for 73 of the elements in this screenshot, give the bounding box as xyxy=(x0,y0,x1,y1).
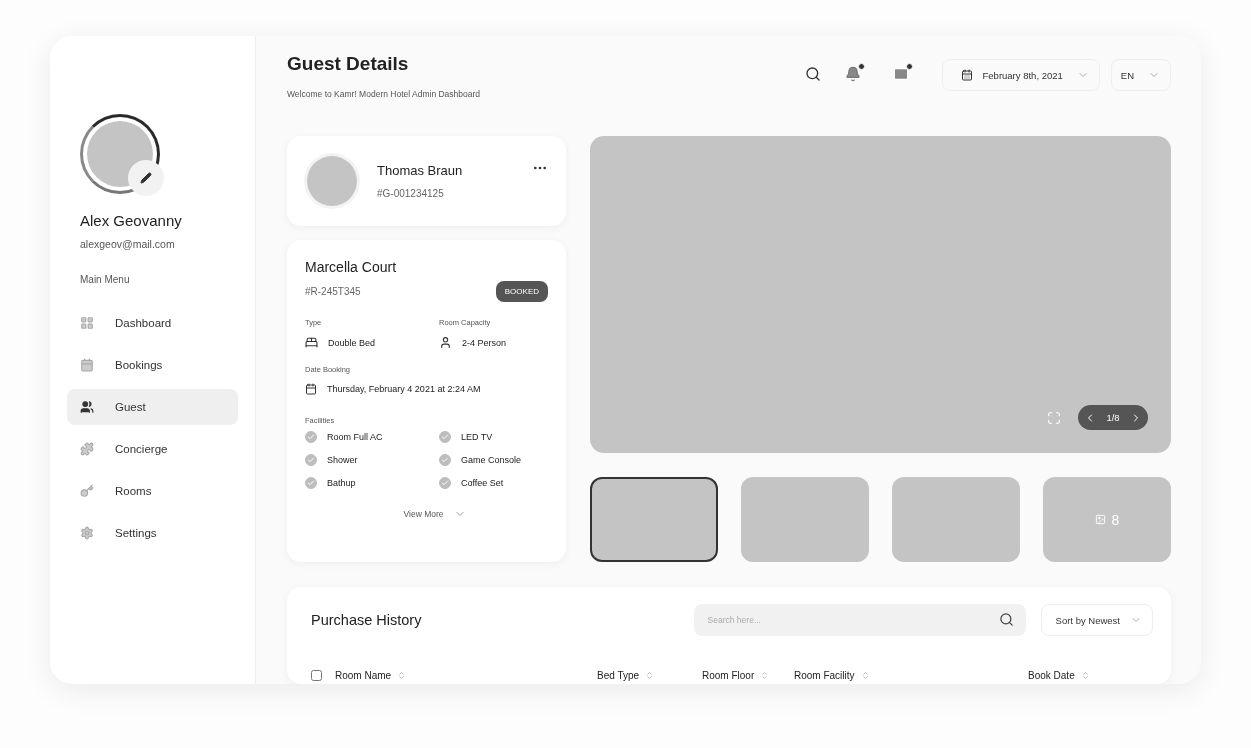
column-header[interactable]: Room Name xyxy=(335,670,392,681)
key-icon xyxy=(80,484,94,498)
room-id: #R-245T345 xyxy=(305,286,361,297)
detail-value: 2-4 Person xyxy=(462,337,507,348)
facility-label: Coffee Set xyxy=(461,478,504,488)
users-icon xyxy=(80,400,94,414)
mail-icon xyxy=(892,66,909,82)
guest-id: #G-001234125 xyxy=(377,188,445,199)
view-more-button[interactable]: View More xyxy=(403,508,466,520)
counter-text: 1/8 xyxy=(1106,412,1120,423)
thumbnail[interactable] xyxy=(590,477,718,562)
facility-label: LED TV xyxy=(461,432,493,442)
bed-icon xyxy=(305,336,318,349)
calendar-icon xyxy=(305,383,317,395)
column-header[interactable]: Book Date xyxy=(1028,670,1075,681)
menu-item[interactable]: Dashboard xyxy=(67,305,238,341)
facility-label: Room Full AC xyxy=(327,432,383,442)
search-icon xyxy=(998,612,1014,627)
menu-item[interactable]: Settings xyxy=(67,515,238,551)
sort-icon xyxy=(860,671,870,680)
column-header[interactable]: Bed Type xyxy=(597,670,640,681)
section-title: Purchase History xyxy=(311,612,423,628)
guest-avatar xyxy=(307,156,357,206)
profile-name: Alex Geovanny xyxy=(80,212,183,229)
facility-label: Bathup xyxy=(327,478,356,488)
guest-name: Thomas Braun xyxy=(377,163,464,178)
edit-button[interactable] xyxy=(128,160,164,196)
menu-label: Bookings xyxy=(115,359,163,371)
menu-title: Main Menu xyxy=(80,274,131,285)
image-icon xyxy=(1094,514,1106,525)
status-badge: BOOKED xyxy=(495,281,548,302)
menu-label: Rooms xyxy=(115,485,152,497)
sort-icon xyxy=(760,671,770,680)
person-icon xyxy=(439,336,452,349)
fullscreen-icon xyxy=(1047,411,1061,425)
menu-label: Concierge xyxy=(115,443,168,455)
menu-label: Dashboard xyxy=(115,317,172,329)
page-subtitle: Welcome to Kamr! Modern Hotel Admin Dashboard xyxy=(287,89,482,99)
search-button[interactable] xyxy=(804,66,821,82)
page-title: Guest Details xyxy=(287,53,410,75)
column-header[interactable]: Room Floor xyxy=(702,670,755,681)
thumbnail[interactable] xyxy=(892,477,1020,562)
booking-date: Thursday, February 4 2021 at 2:24 AM xyxy=(327,384,481,394)
search-icon xyxy=(804,66,821,82)
menu-item[interactable]: Concierge xyxy=(67,431,238,467)
menu-label: Settings xyxy=(115,527,157,539)
photo-count: 8 xyxy=(1111,511,1120,528)
puzzle-icon xyxy=(80,442,94,456)
sort-select[interactable]: Sort by Newest xyxy=(1040,604,1153,636)
calendar-icon xyxy=(960,69,973,81)
sort-icon xyxy=(397,671,407,680)
menu-item[interactable]: Guest xyxy=(67,389,238,425)
profile-email: alexgeov@mail.com xyxy=(80,238,176,250)
language-select[interactable]: EN xyxy=(1110,59,1171,91)
date-picker[interactable]: February 8th, 2021 xyxy=(941,59,1100,91)
sort-icon xyxy=(645,671,655,680)
bell-icon xyxy=(844,66,861,82)
room-name: Marcella Court xyxy=(305,259,398,275)
facility-label: Shower xyxy=(327,455,358,465)
thumbnail[interactable] xyxy=(741,477,869,562)
menu-item[interactable]: Rooms xyxy=(67,473,238,509)
menu-item[interactable]: Bookings xyxy=(67,347,238,383)
pencil-icon xyxy=(140,172,152,184)
sort-icon xyxy=(1080,671,1090,680)
gear-icon xyxy=(80,526,94,540)
grid-icon xyxy=(80,316,94,330)
search-field[interactable]: Search here... xyxy=(693,604,1026,636)
menu-label: Guest xyxy=(115,401,146,413)
select-all-checkbox[interactable] xyxy=(311,670,322,681)
calendar-icon xyxy=(80,358,94,372)
detail-value: Double Bed xyxy=(328,337,376,348)
facility-label: Game Console xyxy=(461,455,522,465)
column-header[interactable]: Room Facility xyxy=(794,670,855,681)
